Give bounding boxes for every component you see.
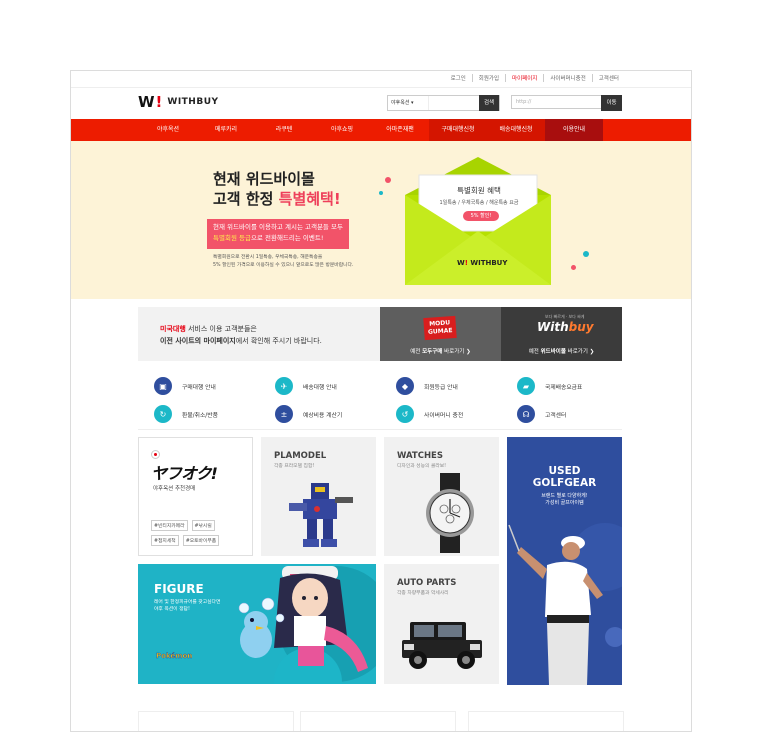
auto-parts-subtitle: 각종 차량부품과 악세사리 xyxy=(397,591,449,596)
golfgear-subtitle: 브랜드 별로 다양하게! 가성비 골프아이템 xyxy=(541,493,588,506)
withbuy-logo: Withbuy xyxy=(537,320,594,334)
logo-mark: W xyxy=(138,93,155,111)
calculator-icon: ± xyxy=(275,405,293,423)
modu-gumae-banner[interactable]: MODU GUMAE 예전 모두구매 바로가기 ❯ xyxy=(380,307,501,361)
coin-icon: ↺ xyxy=(396,405,414,423)
offer-title: 특별회원 혜택 xyxy=(457,186,501,195)
decor-dot xyxy=(379,191,383,195)
figure-title: FIGURE xyxy=(154,582,204,596)
watch-image xyxy=(426,473,474,553)
bottom-section xyxy=(138,711,624,731)
golfer-image xyxy=(508,523,622,685)
headset-icon: ☊ xyxy=(517,405,535,423)
envelope-logo: W! WITHBUY xyxy=(457,259,508,267)
nav-mercari[interactable]: 메루카리 xyxy=(197,119,255,141)
util-signup-link[interactable]: 회원가입 xyxy=(471,74,505,82)
utility-bar: 로그인 회원가입 마이페이지 사이버머니충전 고객센터 xyxy=(71,71,691,88)
watches-card[interactable]: WATCHES 디자인과 성능의 콜라보! xyxy=(384,437,499,556)
watches-subtitle: 디자인과 성능의 콜라보! xyxy=(397,464,447,469)
plamodel-title: PLAMODEL xyxy=(274,451,327,461)
quick-shipping-rates[interactable]: ▰ 국제배송요금표 xyxy=(501,373,622,399)
jeep-image xyxy=(402,622,482,669)
bottom-box xyxy=(468,711,624,731)
nav-yahoo-auction[interactable]: 야후옥션 xyxy=(139,119,197,141)
util-cybermoney-link[interactable]: 사이버머니충전 xyxy=(543,74,591,82)
logo-exclaim: ! xyxy=(155,93,163,111)
logo-text: WITHBUY xyxy=(167,97,219,107)
quick-membership-guide[interactable]: ◆ 회원등급 안내 xyxy=(380,373,501,399)
hashtag-list: #빈티지카메라 #낚시릴 #접지세척 #오토바이부품 xyxy=(151,520,246,546)
quick-cybermoney[interactable]: ↺ 사이버머니 충전 xyxy=(380,401,501,427)
plane-icon: ✈ xyxy=(275,377,293,395)
hero-note: 특별회원으로 전환시 1일특송, 우체국특송, 해운특송을 5% 할인된 가격으… xyxy=(213,255,354,268)
yahoo-auction-card[interactable]: ヤフオク! 야후옥션 추천경매 #빈티지카메라 #낚시릴 #접지세척 #오토바이… xyxy=(138,437,253,556)
plamodel-card[interactable]: PLAMODEL 각종 프라모델 집합! xyxy=(261,437,376,556)
decor-dot xyxy=(571,265,576,270)
truck-icon: ▰ xyxy=(517,377,535,395)
offer-subtitle: 1일특송 / 우체국특송 / 해운특송 요금 xyxy=(439,200,519,206)
hero-headline: 현재 위드바이몰 고객 한정 특별혜택! xyxy=(213,170,341,208)
anime-figure-image xyxy=(238,566,376,684)
hashtag[interactable]: #접지세척 xyxy=(151,535,179,546)
nav-shipping-request[interactable]: 배송대행신청 xyxy=(487,119,545,141)
withbuy-mall-banner[interactable]: 보다 빠르게 · 보다 싸게 Withbuy 예전 위드바이몰 바로가기 ❯ xyxy=(501,307,622,361)
notice-box: 미국대행 서비스 이용 고객분들은 이전 사이트의 마이페이지에서 확인해 주시… xyxy=(138,307,380,361)
offer-badge: 5% 할인! xyxy=(463,211,499,221)
nav-rakuten[interactable]: 라쿠텐 xyxy=(255,119,313,141)
bottom-box xyxy=(138,711,294,731)
util-login-link[interactable]: 로그인 xyxy=(445,74,472,82)
url-input[interactable]: http:// xyxy=(511,95,603,109)
util-support-link[interactable]: 고객센터 xyxy=(591,74,625,82)
yahuoku-logo: ヤフオク! xyxy=(151,464,218,483)
search-button[interactable]: 검색 xyxy=(479,95,499,111)
quick-links: ▣ 구매대행 안내 ✈ 배송대행 안내 ◆ 회원등급 안내 ▰ 국제배송요금표 ↻ 환불/… xyxy=(138,369,622,429)
modu-gumae-caption: 예전 모두구매 바로가기 ❯ xyxy=(410,349,471,355)
robot-model-image xyxy=(289,483,353,547)
page-frame: 로그인 회원가입 마이페이지 사이버머니충전 고객센터 W! WITHBUY 야… xyxy=(70,70,692,732)
main-nav: 야후옥션 메루카리 라쿠텐 아후쇼핑 아마존재팬 구매대행신청 배송대행신청 이… xyxy=(71,119,691,141)
nav-guide[interactable]: 이용안내 xyxy=(545,119,603,141)
quick-purchase-guide[interactable]: ▣ 구매대행 안내 xyxy=(138,373,259,399)
used-golfgear-card[interactable]: USED GOLFGEAR 브랜드 별로 다양하게! 가성비 골프아이템 xyxy=(507,437,622,685)
nav-yahoo-shopping[interactable]: 아후쇼핑 xyxy=(313,119,371,141)
nav-purchase-request[interactable]: 구매대행신청 xyxy=(429,119,487,141)
japan-flag-icon xyxy=(151,450,160,459)
bag-icon: ▣ xyxy=(154,377,172,395)
figure-card[interactable]: FIGURE 레어 및 한정피규어를 갖고싶다면 야후 옥션이 정답! Pokém… xyxy=(138,564,376,684)
auto-parts-title: AUTO PARTS xyxy=(397,578,457,588)
watches-title: WATCHES xyxy=(397,451,443,461)
plamodel-subtitle: 각종 프라모델 집합! xyxy=(274,464,315,469)
quick-support[interactable]: ☊ 고객센터 xyxy=(501,401,622,427)
golfgear-title: USED GOLFGEAR xyxy=(532,465,597,489)
yahoo-card-subtitle: 야후옥션 추천경매 xyxy=(153,486,196,492)
go-button[interactable]: 이동 xyxy=(601,95,622,111)
header: W! WITHBUY 야후옥션 ▾ 검색 http:// 이동 xyxy=(71,87,691,119)
refund-icon: ↻ xyxy=(154,405,172,423)
hero-banner[interactable]: 현재 위드바이몰 고객 한정 특별혜택! 현재 위드바이를 이용하고 계시는 고… xyxy=(71,141,691,299)
utility-links: 로그인 회원가입 마이페이지 사이버머니충전 고객센터 xyxy=(445,74,625,82)
quick-shipping-guide[interactable]: ✈ 배송대행 안내 xyxy=(259,373,380,399)
nav-amazon-japan[interactable]: 아마존재팬 xyxy=(371,119,429,141)
modu-gumae-logo: MODU GUMAE xyxy=(423,315,457,341)
diamond-icon: ◆ xyxy=(396,377,414,395)
site-logo[interactable]: W! WITHBUY xyxy=(138,93,219,111)
hashtag[interactable]: #오토바이부품 xyxy=(182,535,220,546)
withbuy-caption: 예전 위드바이몰 바로가기 ❯ xyxy=(528,349,595,355)
auto-parts-card[interactable]: AUTO PARTS 각종 차량부품과 악세사리 xyxy=(384,564,499,684)
pokemon-logo: Pokémon xyxy=(156,652,193,660)
decor-dot xyxy=(385,177,391,183)
decor-dot xyxy=(583,251,589,257)
quick-refund[interactable]: ↻ 환불/취소/반품 xyxy=(138,401,259,427)
hashtag[interactable]: #낚시릴 xyxy=(191,520,215,531)
divider xyxy=(138,429,622,430)
util-mypage-link[interactable]: 마이페이지 xyxy=(505,74,543,82)
figure-subtitle: 레어 및 한정피규어를 갖고싶다면 야후 옥션이 정답! xyxy=(154,600,221,612)
search-category-select[interactable]: 야후옥션 ▾ xyxy=(388,96,429,110)
hero-pink-box: 현재 위드바이를 이용하고 계시는 고객분들 모두 특별회원 등급으로 전환해드… xyxy=(207,219,349,249)
quick-cost-calculator[interactable]: ± 예상비용 계산기 xyxy=(259,401,380,427)
hashtag[interactable]: #빈티지카메라 xyxy=(151,520,188,531)
bottom-box xyxy=(300,711,456,731)
